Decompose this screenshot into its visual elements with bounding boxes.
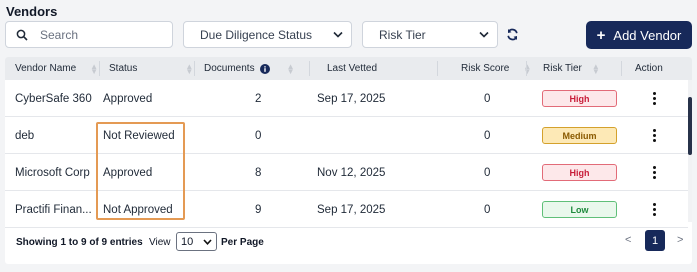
header-divider [99,61,100,76]
risk-tier-badge: High [542,90,617,107]
due-diligence-status-select[interactable]: Due Diligence Status [183,21,352,48]
header-documents[interactable]: Documents ▲ ▼ [204,57,295,80]
add-vendor-button[interactable]: + Add Vendor [586,21,692,49]
risk-tier-badge: Medium [542,127,617,144]
header-risk-tier[interactable]: Risk Tier ▲ ▼ [543,57,600,80]
vendor-name[interactable]: CyberSafe 360 [15,80,92,117]
chevron-down-icon [203,238,212,245]
status-text: Approved [103,166,153,179]
header-vendor-name[interactable]: Vendor Name ▲ ▼ [15,57,98,80]
due-diligence-status-label: Due Diligence Status [200,27,313,42]
table-header: Vendor Name ▲ ▼ Status ▲ ▼ Documents ▲ ▼ La… [5,57,692,80]
kebab-menu-icon[interactable] [652,129,656,142]
header-risk-score-label: Risk Score [461,63,510,74]
info-icon[interactable] [259,63,270,74]
table-row[interactable]: Microsoft Corp Approved 8 Nov 12, 2025 0… [5,154,688,191]
header-status[interactable]: Status ▲ ▼ [109,57,193,80]
sort-icon: ▲ ▼ [185,61,194,76]
per-page-value: 10 [181,235,194,248]
header-divider [309,61,310,76]
next-page-button[interactable]: > [677,234,683,246]
vendor-name[interactable]: Microsoft Corp [15,154,90,191]
header-risk-tier-label: Risk Tier [543,63,582,74]
header-last-vetted[interactable]: Last Vetted [327,57,377,80]
header-action-label: Action [635,63,663,74]
header-divider [621,61,622,76]
status-text: Not Reviewed [103,129,175,142]
search-input[interactable] [40,27,160,42]
documents-count: 2 [255,92,262,105]
view-label: View [149,237,171,248]
sort-icon: ▲ ▼ [90,61,99,76]
table-row[interactable]: CyberSafe 360 Approved 2 Sep 17, 2025 0 … [5,80,688,117]
kebab-menu-icon[interactable] [652,166,656,179]
header-documents-label: Documents [204,63,255,74]
table-footer: Showing 1 to 9 of 9 entries View 10 Per … [5,222,692,264]
last-vetted-date: Nov 12, 2025 [317,166,386,179]
entries-info: Showing 1 to 9 of 9 entries [16,237,143,248]
header-divider [526,61,527,76]
previous-page-button[interactable]: < [625,234,631,246]
risk-tier-select[interactable]: Risk Tier [362,21,498,48]
header-vendor-name-label: Vendor Name [15,63,77,74]
refresh-icon[interactable] [506,28,519,41]
header-last-vetted-label: Last Vetted [327,63,378,74]
kebab-menu-icon[interactable] [652,203,656,216]
header-risk-score[interactable]: Risk Score ▲ ▼ [461,57,531,80]
header-divider [437,61,438,76]
header-divider [194,61,195,76]
chevron-down-icon [333,31,343,38]
risk-tier-select-label: Risk Tier [379,27,426,42]
add-vendor-label: Add Vendor [613,27,682,43]
risk-tier-badge: High [542,164,617,181]
vendors-table: Vendor Name ▲ ▼ Status ▲ ▼ Documents ▲ ▼ La… [5,57,692,264]
sort-icon: ▲ ▼ [591,61,600,76]
risk-score: 0 [484,92,491,105]
per-page-label: Per Page [221,237,264,248]
status-text: Approved [103,92,153,105]
documents-count: 0 [255,129,262,142]
header-action: Action [635,57,663,80]
page-title: Vendors [6,4,58,19]
documents-count: 8 [255,166,262,179]
risk-score: 0 [484,129,491,142]
scrollbar-thumb[interactable] [688,97,692,155]
search-icon [16,29,28,41]
sort-icon: ▲ ▼ [286,61,295,76]
header-status-label: Status [109,63,138,74]
kebab-menu-icon[interactable] [652,92,656,105]
page-1-button[interactable]: 1 [645,230,665,251]
plus-icon: + [596,26,606,44]
search-box[interactable] [5,21,173,48]
sort-icon: ▲ ▼ [523,61,532,76]
per-page-select[interactable]: 10 [176,232,217,251]
chevron-down-icon [479,31,489,38]
table-row[interactable]: deb Not Reviewed 0 0 Medium [5,117,688,154]
vendor-name[interactable]: deb [15,117,34,154]
risk-score: 0 [484,166,491,179]
last-vetted-date: Sep 17, 2025 [317,92,386,105]
risk-tier-badge: Low [542,201,617,218]
